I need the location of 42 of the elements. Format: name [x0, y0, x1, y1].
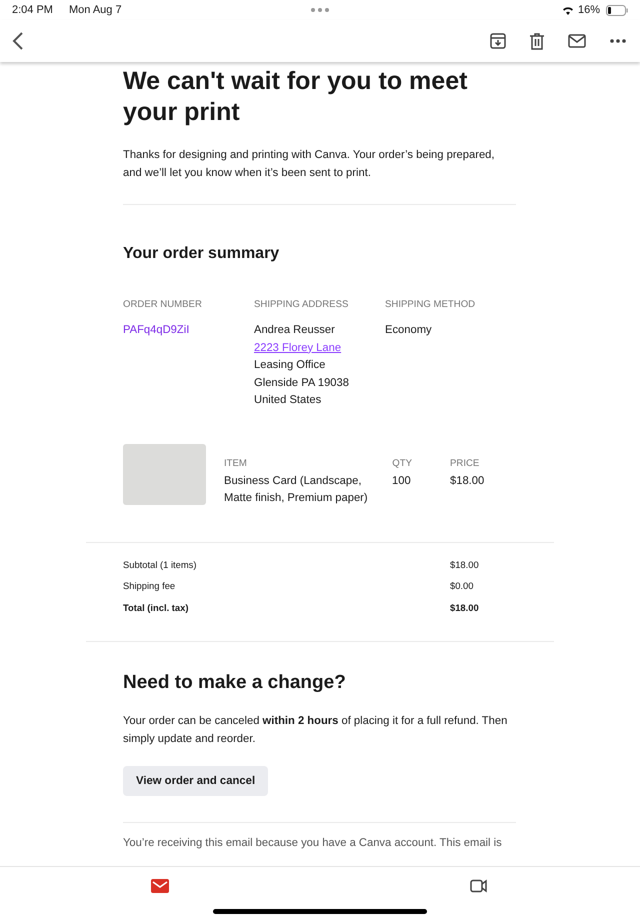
- column-label: ORDER NUMBER: [123, 299, 203, 310]
- view-order-button[interactable]: View order and cancel: [123, 766, 268, 796]
- column-label: QTY: [392, 458, 412, 468]
- archive-icon[interactable]: [490, 33, 506, 49]
- status-date: Mon Aug 7: [68, 4, 122, 16]
- column-label: PRICE: [450, 458, 480, 468]
- total-value: $18.00: [450, 602, 479, 614]
- value-text: Economy: [385, 323, 433, 338]
- address-link[interactable]: 2223 Florey Lane: [254, 342, 342, 354]
- order-number: PAFq4qD9ZiI: [123, 323, 190, 338]
- wifi-icon: [562, 6, 574, 14]
- mail-tab-icon[interactable]: [151, 879, 169, 893]
- change-title: Need to make a change?: [123, 672, 347, 694]
- email-heading: We can't wait for you to meet your print: [123, 66, 468, 128]
- battery-icon: [606, 4, 628, 16]
- footer-text: You’re receiving this email because you have a Canva account. This email is: [123, 837, 503, 849]
- column-label: SHIPPING METHOD: [385, 299, 476, 310]
- column-label: SHIPPING ADDRESS: [254, 299, 350, 310]
- multitasking-dots-icon[interactable]: [311, 8, 329, 12]
- summary-title: Your order summary: [123, 245, 280, 263]
- change-text: Your order can be canceled within 2 hours of placing it for a full refund. Then simply update and reorder.: [123, 714, 508, 747]
- mail-icon[interactable]: [568, 34, 586, 48]
- value-text: Glenside PA 19038: [254, 376, 350, 390]
- video-tab-icon[interactable]: [470, 879, 487, 893]
- total-label: Subtotal (1 items): [123, 558, 198, 572]
- item-qty: 100: [392, 474, 412, 488]
- total-label: Total (incl. tax): [123, 602, 190, 615]
- battery-percent: 16%: [578, 4, 600, 16]
- status-time: 2:04 PM: [12, 4, 53, 16]
- more-icon[interactable]: [610, 39, 626, 43]
- trash-icon[interactable]: [530, 32, 544, 50]
- value-text: Andrea Reusser: [254, 323, 336, 338]
- total-value: $18.00: [450, 558, 479, 572]
- item-name: Business Card (Landscape, Matte finish, Premium paper): [224, 474, 369, 506]
- item-price: $18.00: [450, 474, 484, 488]
- back-icon[interactable]: [12, 31, 24, 51]
- column-label: ITEM: [224, 458, 248, 468]
- total-value: $0.00: [450, 580, 474, 593]
- total-label: Shipping fee: [123, 580, 176, 593]
- intro-text: Thanks for designing and printing with Canva. Your order’s being prepared, and we’ll let you know when it’s been sent to print.: [123, 148, 496, 181]
- value-text: Leasing Office: [254, 358, 326, 373]
- value-text: United States: [254, 393, 322, 408]
